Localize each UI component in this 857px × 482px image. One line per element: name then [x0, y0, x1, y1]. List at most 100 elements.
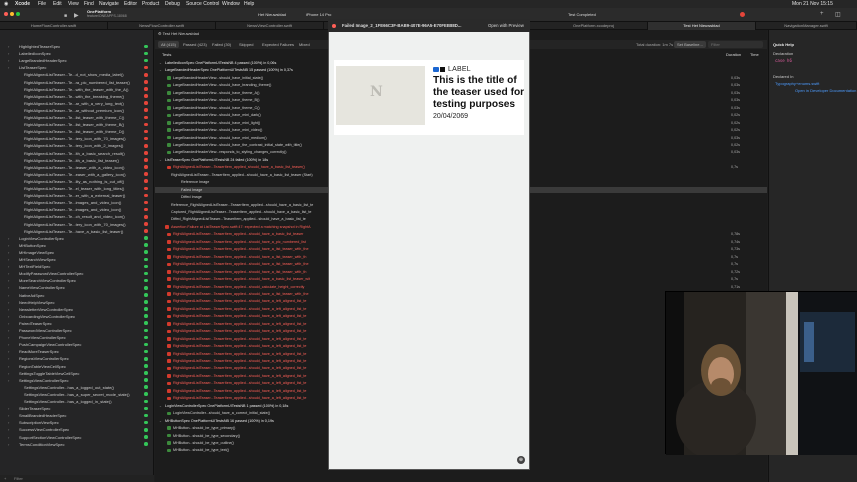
- test-passed-icon[interactable]: [144, 356, 148, 361]
- column-header-time[interactable]: Time: [750, 52, 759, 57]
- test-failed-icon[interactable]: [144, 80, 148, 84]
- test-failed-icon[interactable]: [144, 87, 148, 91]
- disclosure-chevron-icon[interactable]: ›: [8, 370, 9, 377]
- disclosure-chevron-icon[interactable]: ⌄: [159, 157, 162, 163]
- test-passed-icon[interactable]: [144, 364, 148, 368]
- open-with-preview-button[interactable]: Open with Preview: [488, 19, 524, 32]
- disclosure-chevron-icon[interactable]: ›: [8, 263, 9, 270]
- test-passed-icon[interactable]: [144, 420, 148, 425]
- test-case-row[interactable]: RightAlignedListTeaser...Te...images_and…: [0, 206, 153, 213]
- test-failed-icon[interactable]: [144, 136, 148, 141]
- test-failed-icon[interactable]: [144, 214, 148, 219]
- test-passed-icon[interactable]: [144, 378, 148, 382]
- disclosure-chevron-icon[interactable]: ›: [8, 434, 9, 441]
- test-suite-row[interactable]: › PairedTeaserSpec: [0, 320, 153, 327]
- test-suite-row[interactable]: › SuccessViewControllerSpec: [0, 426, 153, 433]
- disclosure-chevron-icon[interactable]: ›: [8, 320, 9, 327]
- test-case-row[interactable]: RightAlignedListTeaser...Te...list_tease…: [0, 114, 153, 121]
- menu-item-xcode[interactable]: Xcode: [15, 0, 30, 8]
- tab-test-het-nieuwsblad[interactable]: Test Het Nieuwsblad: [648, 22, 756, 30]
- test-passed-icon[interactable]: [144, 349, 148, 354]
- test-passed-icon[interactable]: [144, 442, 148, 446]
- test-suite-row[interactable]: › ListTeaserSpec: [0, 64, 153, 71]
- menu-item-window[interactable]: Window: [222, 0, 240, 8]
- test-case-row[interactable]: SettingsViewController...has_a_super_sec…: [0, 391, 153, 398]
- test-passed-icon[interactable]: [144, 328, 148, 333]
- menu-item-navigate[interactable]: Navigate: [99, 0, 119, 8]
- test-case-row[interactable]: RightAlignedListTeaser...Te...lth_a_basi…: [0, 150, 153, 157]
- disclosure-chevron-icon[interactable]: ›: [8, 419, 9, 426]
- filter-all[interactable]: All (415): [158, 41, 179, 48]
- test-case-row[interactable]: RightAlignedListTeaser...Te...lity_as_no…: [0, 178, 153, 185]
- test-passed-icon[interactable]: [144, 392, 148, 397]
- disclosure-chevron-icon[interactable]: ›: [8, 43, 9, 50]
- apple-icon[interactable]: ◉: [4, 0, 8, 8]
- test-passed-icon[interactable]: [144, 399, 148, 404]
- test-passed-icon[interactable]: [144, 257, 148, 262]
- test-passed-icon[interactable]: [144, 413, 148, 418]
- disclosure-chevron-icon[interactable]: ›: [8, 284, 9, 291]
- test-passed-icon[interactable]: [144, 300, 148, 304]
- disclosure-chevron-icon[interactable]: ›: [8, 50, 9, 57]
- disclosure-chevron-icon[interactable]: ›: [8, 292, 9, 299]
- disclosure-chevron-icon[interactable]: ›: [8, 235, 9, 242]
- test-passed-icon[interactable]: [144, 435, 148, 439]
- test-failed-icon[interactable]: [144, 229, 148, 233]
- test-suite-row[interactable]: › ModifyPasswordViewControllerSpec: [0, 270, 153, 277]
- disclosure-chevron-icon[interactable]: ›: [8, 412, 9, 419]
- disclosure-chevron-icon[interactable]: ›: [8, 299, 9, 306]
- test-case-row[interactable]: RightAlignedListTeaser...Te...images_and…: [0, 199, 153, 206]
- disclosure-chevron-icon[interactable]: ›: [8, 242, 9, 249]
- run-icon[interactable]: ▶: [74, 12, 79, 19]
- test-suite-row[interactable]: › SettingsViewControllerSpec: [0, 377, 153, 384]
- tab-oneplatform-xcodeproj[interactable]: OnePlatform.xcodeproj: [540, 22, 648, 30]
- test-failed-icon[interactable]: [144, 179, 148, 184]
- column-header-duration[interactable]: Duration: [726, 52, 741, 57]
- disclosure-chevron-icon[interactable]: ›: [8, 306, 9, 313]
- test-case-row[interactable]: RightAlignedListTeaser...Te...ra_pic_num…: [0, 79, 153, 86]
- disclosure-chevron-icon[interactable]: ›: [8, 334, 9, 341]
- test-suite-row[interactable]: › NewsletterViewControllerSpec: [0, 306, 153, 313]
- test-case-row[interactable]: RightAlignedListTeaser...Te...tery_icon_…: [0, 221, 153, 228]
- test-passed-icon[interactable]: [144, 278, 148, 283]
- disclosure-chevron-icon[interactable]: ›: [8, 277, 9, 284]
- sidebar-toggle-icon[interactable]: ◫: [835, 11, 841, 18]
- test-case-row[interactable]: RightAlignedListTeaser...Te...tery_icon_…: [0, 135, 153, 142]
- test-suite-row[interactable]: › MHTextFieldSpec: [0, 263, 153, 270]
- test-passed-icon[interactable]: [144, 58, 148, 63]
- test-case-row[interactable]: RightAlignedListTeaser...Te...tery_icon_…: [0, 142, 153, 149]
- disclosure-chevron-icon[interactable]: ›: [8, 377, 9, 384]
- disclosure-chevron-icon[interactable]: ›: [8, 64, 9, 71]
- test-passed-icon[interactable]: [144, 243, 148, 247]
- test-suite-row[interactable]: › MHImageViewSpec: [0, 249, 153, 256]
- test-failed-icon[interactable]: [144, 108, 148, 113]
- test-suite-row[interactable]: › SmallBrandedHeaderSpec: [0, 412, 153, 419]
- test-passed-icon[interactable]: [144, 264, 148, 269]
- test-case-row[interactable]: RightAlignedListTeaser...Te...ch_result_…: [0, 213, 153, 220]
- disclosure-chevron-icon[interactable]: ›: [8, 270, 9, 277]
- disclosure-chevron-icon[interactable]: ⌄: [159, 418, 162, 424]
- test-failed-icon[interactable]: [144, 143, 148, 148]
- disclosure-chevron-icon[interactable]: ›: [8, 256, 9, 263]
- test-suite-row[interactable]: › OnboardingViewControllerSpec: [0, 313, 153, 320]
- test-passed-icon[interactable]: [144, 385, 148, 389]
- test-suite-row[interactable]: › LargeBrandedHeaderSpec: [0, 57, 153, 64]
- disclosure-chevron-icon[interactable]: ⌄: [159, 67, 162, 73]
- test-case-row[interactable]: SettingsViewController...has_a_logged_ou…: [0, 384, 153, 391]
- test-suite-row[interactable]: › RegionTableViewCellSpec: [0, 363, 153, 370]
- test-passed-icon[interactable]: [144, 321, 148, 326]
- test-suite-row[interactable]: › PushCampaignViewControllerSpec: [0, 341, 153, 348]
- disclosure-chevron-icon[interactable]: ›: [8, 249, 9, 256]
- test-failed-icon[interactable]: [144, 222, 148, 226]
- test-case-row[interactable]: RightAlignedListTeaser...Te...teaser_wit…: [0, 164, 153, 171]
- test-suite-row[interactable]: › SupportSectionViewControllerSpec: [0, 434, 153, 441]
- test-failed-icon[interactable]: [144, 165, 148, 169]
- test-suite-row[interactable]: › ReadMoreTeaserSpec: [0, 348, 153, 355]
- test-failed-icon[interactable]: [144, 186, 148, 191]
- menu-item-find[interactable]: Find: [84, 0, 94, 8]
- menu-item-file[interactable]: File: [38, 0, 46, 8]
- test-failed-icon[interactable]: [144, 207, 148, 212]
- disclosure-chevron-icon[interactable]: ›: [8, 327, 9, 334]
- menu-item-debug[interactable]: Debug: [165, 0, 180, 8]
- test-failed-icon[interactable]: [144, 158, 148, 162]
